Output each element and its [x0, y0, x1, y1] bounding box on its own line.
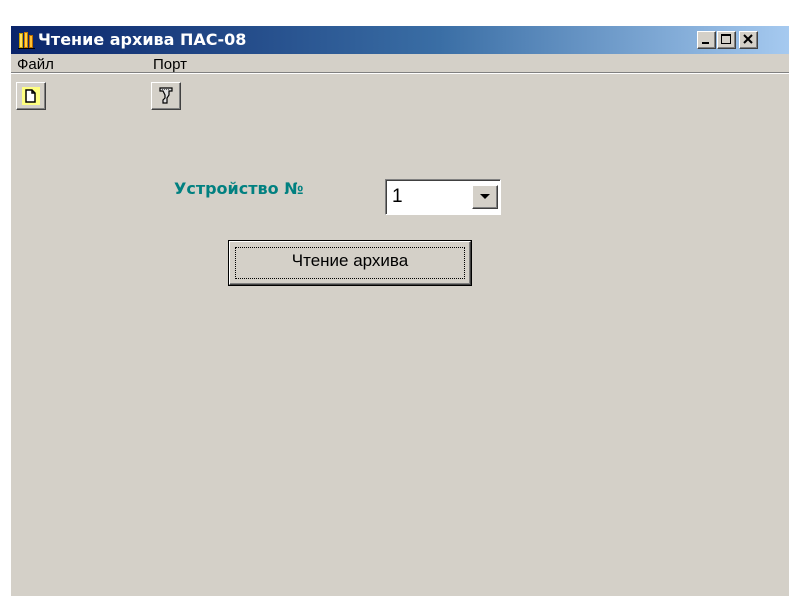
port-icon [159, 87, 173, 104]
device-number-value: 1 [392, 186, 403, 207]
title-bar[interactable]: Чтение архива ПАС-08 [11, 26, 789, 54]
close-icon [743, 34, 753, 44]
maximize-button[interactable] [717, 31, 736, 49]
read-archive-label: Чтение архива [291, 251, 409, 270]
toolbar-new-button[interactable] [16, 82, 46, 110]
maximize-icon [721, 34, 731, 44]
close-button[interactable] [739, 31, 758, 49]
menu-divider [11, 72, 789, 74]
dropdown-button[interactable] [472, 185, 498, 209]
window-title: Чтение архива ПАС-08 [38, 30, 247, 49]
device-number-label: Устройство № [174, 179, 304, 198]
minimize-icon [702, 42, 709, 44]
device-number-select[interactable]: 1 [385, 179, 501, 215]
app-window: Чтение архива ПАС-08 Файл Порт Устройств… [10, 25, 789, 596]
read-archive-button[interactable]: Чтение архива [228, 240, 472, 286]
minimize-button[interactable] [697, 31, 716, 49]
chevron-down-icon [480, 194, 490, 199]
toolbar-port-button[interactable] [151, 82, 181, 110]
new-file-icon [22, 87, 40, 105]
app-books-icon [17, 30, 37, 50]
